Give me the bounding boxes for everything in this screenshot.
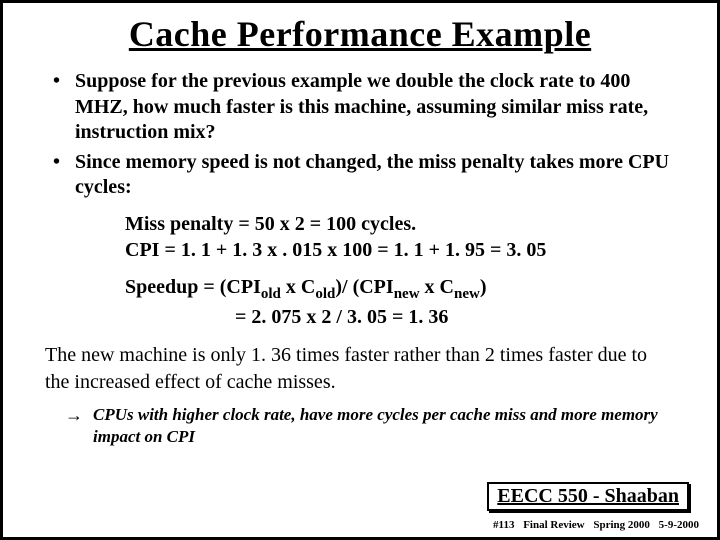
speedup-text: )/ (CPI <box>335 276 393 298</box>
speedup-text: x C <box>281 276 315 298</box>
subscript-new: new <box>394 286 420 302</box>
speedup-line1: Speedup = (CPIold x Cold)/ (CPInew x Cne… <box>125 274 685 305</box>
footer-meta: #113 Final Review Spring 2000 5-9-2000 <box>487 519 699 531</box>
subscript-old: old <box>315 286 335 302</box>
slide: Cache Performance Example Suppose for th… <box>0 0 720 540</box>
note-text: CPUs with higher clock rate, have more c… <box>93 405 658 446</box>
bullet-item: Since memory speed is not changed, the m… <box>53 150 685 201</box>
speedup-text: x C <box>420 276 454 298</box>
footer-term: Spring 2000 <box>593 519 650 531</box>
slide-number: #113 <box>493 519 514 531</box>
footer-date: 5-9-2000 <box>659 519 699 531</box>
conclusion-text: The new machine is only 1. 36 times fast… <box>45 342 675 396</box>
subscript-new: new <box>454 286 480 302</box>
arrow-right-icon: → <box>65 404 83 427</box>
speedup-block: Speedup = (CPIold x Cold)/ (CPInew x Cne… <box>125 274 685 332</box>
bullet-list: Suppose for the previous example we doub… <box>53 69 685 201</box>
equation-block: Miss penalty = 50 x 2 = 100 cycles. CPI … <box>125 211 685 264</box>
slide-title: Cache Performance Example <box>35 13 685 55</box>
speedup-text: ) <box>480 276 487 298</box>
speedup-label: Speedup = (CPI <box>125 276 261 298</box>
equation-line: CPI = 1. 1 + 1. 3 x . 015 x 100 = 1. 1 +… <box>125 237 685 263</box>
equation-line: Miss penalty = 50 x 2 = 100 cycles. <box>125 211 685 237</box>
footer-section: Final Review <box>523 519 584 531</box>
subscript-old: old <box>261 286 281 302</box>
course-footer-box: EECC 550 - Shaaban <box>487 482 689 511</box>
bullet-item: Suppose for the previous example we doub… <box>53 69 685 146</box>
speedup-line2: = 2. 075 x 2 / 3. 05 = 1. 36 <box>125 304 685 332</box>
note-row: → CPUs with higher clock rate, have more… <box>65 404 685 448</box>
